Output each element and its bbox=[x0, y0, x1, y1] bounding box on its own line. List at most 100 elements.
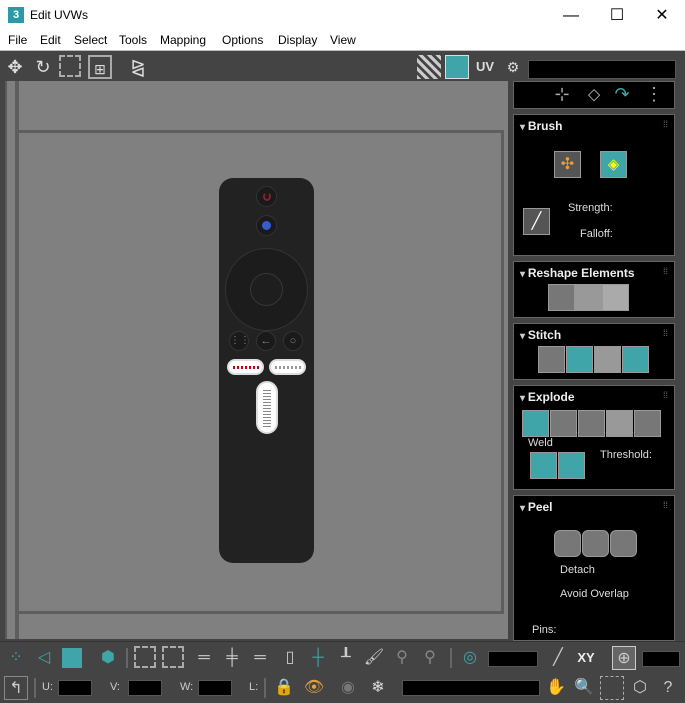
element-mode-icon[interactable]: ⬢ bbox=[96, 646, 120, 670]
settings-gear-icon[interactable]: ⚙ bbox=[501, 55, 525, 79]
stitch-target-icon[interactable] bbox=[622, 346, 649, 373]
stitch-average-icon[interactable] bbox=[594, 346, 621, 373]
paint-select-icon[interactable]: ⚲ bbox=[390, 646, 414, 670]
freeform-icon[interactable]: ⊞ bbox=[88, 55, 112, 79]
pin-icon[interactable]: ┸ bbox=[334, 646, 358, 670]
weld-selected-icon[interactable] bbox=[530, 452, 557, 479]
menu-tools[interactable]: Tools bbox=[119, 33, 147, 47]
loop-icon[interactable]: ═ bbox=[192, 646, 216, 670]
relax-brush-icon[interactable]: ◈ bbox=[600, 151, 627, 178]
align-icon[interactable]: ⬦ bbox=[582, 82, 606, 106]
avoid-overlap-label[interactable]: Avoid Overlap bbox=[560, 588, 629, 600]
distribute-icon[interactable]: ⋮ bbox=[642, 82, 666, 106]
edge-loop-icon[interactable]: ═ bbox=[248, 646, 272, 670]
minimize-button[interactable]: — bbox=[548, 0, 594, 31]
uv-channel-field[interactable] bbox=[528, 60, 676, 79]
paint-deselect-icon[interactable]: ⚲ bbox=[418, 646, 442, 670]
world-space-icon[interactable]: ⊕ bbox=[612, 646, 636, 670]
menu-select[interactable]: Select bbox=[74, 33, 107, 47]
w-label: W: bbox=[180, 681, 194, 693]
menu-edit[interactable]: Edit bbox=[40, 33, 61, 47]
soft-selection-field[interactable] bbox=[488, 651, 538, 667]
soft-selection-icon[interactable]: ◎ bbox=[458, 646, 482, 670]
grip-icon[interactable]: ⁞⁞ bbox=[663, 266, 668, 276]
point-to-point-icon[interactable]: ▯ bbox=[278, 646, 302, 670]
move-icon[interactable]: ✥ bbox=[3, 55, 27, 79]
window-title: Edit UVWs bbox=[30, 8, 89, 22]
mirror-icon[interactable]: ⧎ bbox=[126, 55, 150, 79]
zoom-region-icon[interactable] bbox=[600, 676, 624, 700]
grip-icon[interactable]: ⁞⁞ bbox=[663, 119, 668, 129]
remote-texture: ⋮⋮ ← ○ bbox=[219, 178, 314, 563]
rollout-reshape-elements: Reshape Elements ⁞⁞ bbox=[513, 261, 675, 318]
break-icon[interactable] bbox=[522, 410, 549, 437]
pins-label: Pins: bbox=[532, 624, 557, 636]
split-icon[interactable] bbox=[578, 410, 605, 437]
grow-selection-icon[interactable] bbox=[134, 646, 156, 668]
maximize-button[interactable]: ☐ bbox=[594, 0, 640, 31]
scale-icon[interactable] bbox=[59, 55, 81, 77]
peel-title[interactable]: Peel bbox=[520, 500, 553, 514]
zoom-field[interactable] bbox=[402, 680, 540, 696]
pan-hand-icon[interactable]: ✋ bbox=[544, 676, 568, 700]
detach-label[interactable]: Detach bbox=[560, 564, 595, 576]
cut-icon[interactable]: ┼ bbox=[306, 646, 330, 670]
stitch-custom-icon[interactable] bbox=[538, 346, 565, 373]
zoom-icon[interactable]: 🔍 bbox=[572, 676, 596, 700]
home-button-icon: ○ bbox=[283, 331, 303, 351]
menu-mapping[interactable]: Mapping bbox=[160, 33, 206, 47]
mode-pick-icon[interactable]: ↰ bbox=[4, 676, 28, 700]
peel-mode-icon[interactable] bbox=[582, 530, 609, 557]
zoom-extents-icon[interactable]: ⬡ bbox=[628, 676, 652, 700]
menu-options[interactable]: Options bbox=[222, 33, 263, 47]
reset-peel-icon[interactable] bbox=[610, 530, 637, 557]
quick-peel-icon[interactable] bbox=[554, 530, 581, 557]
quick-transform-icon[interactable]: ⊹ bbox=[550, 82, 574, 106]
menu-view[interactable]: View bbox=[330, 33, 356, 47]
weld-label: Weld bbox=[528, 437, 553, 449]
w-field[interactable] bbox=[198, 680, 232, 696]
help-icon[interactable]: ? bbox=[656, 676, 680, 700]
stitch-source-icon[interactable] bbox=[566, 346, 593, 373]
separator bbox=[126, 648, 128, 668]
paint-move-brush-icon[interactable]: ✣ bbox=[554, 151, 581, 178]
grip-icon[interactable]: ⁞⁞ bbox=[663, 328, 668, 338]
grip-icon[interactable]: ⁞⁞ bbox=[663, 390, 668, 400]
edge-distance-icon[interactable]: ╱ bbox=[546, 646, 570, 670]
close-button[interactable]: ✕ bbox=[639, 0, 685, 31]
lock-icon[interactable]: 🔒 bbox=[272, 676, 296, 700]
brush-stroke-icon[interactable]: ╱ bbox=[523, 208, 550, 235]
freeze-icon[interactable]: ❄ bbox=[366, 676, 390, 700]
brush-icon[interactable]: 🖌 bbox=[362, 646, 386, 670]
explode-title[interactable]: Explode bbox=[520, 390, 575, 404]
rectify-cube-icon[interactable] bbox=[602, 284, 629, 311]
v-field[interactable] bbox=[128, 680, 162, 696]
xy-label[interactable]: XY bbox=[574, 646, 598, 670]
vertex-mode-icon[interactable]: ⁘ bbox=[4, 646, 28, 670]
separator bbox=[450, 648, 452, 668]
menu-file[interactable]: File bbox=[8, 33, 27, 47]
explode-frame-icon[interactable] bbox=[634, 410, 661, 437]
rotate-plus-icon[interactable]: ↷ bbox=[610, 82, 634, 106]
show-icon[interactable]: ◉ bbox=[336, 676, 360, 700]
hide-icon[interactable]: 👁 bbox=[302, 676, 326, 700]
relax-cube-icon[interactable] bbox=[575, 284, 602, 311]
ring-icon[interactable]: ╪ bbox=[220, 646, 244, 670]
checker-pattern-icon[interactable] bbox=[417, 55, 441, 79]
brush-title[interactable]: Brush bbox=[520, 119, 563, 133]
flatten-icon[interactable] bbox=[550, 410, 577, 437]
polygon-mode-icon[interactable] bbox=[62, 648, 82, 668]
shrink-selection-icon[interactable] bbox=[162, 646, 184, 668]
edge-mode-icon[interactable]: ◁ bbox=[32, 646, 56, 670]
texture-checker-icon[interactable] bbox=[445, 55, 469, 79]
menu-display[interactable]: Display bbox=[278, 33, 317, 47]
weld-all-icon[interactable] bbox=[558, 452, 585, 479]
falloff-field[interactable] bbox=[642, 651, 680, 667]
u-field[interactable] bbox=[58, 680, 92, 696]
explode-to-checker-icon[interactable] bbox=[606, 410, 633, 437]
rotate-icon[interactable]: ↻ bbox=[31, 55, 55, 79]
reshape-elements-title[interactable]: Reshape Elements bbox=[520, 266, 635, 280]
grip-icon[interactable]: ⁞⁞ bbox=[663, 500, 668, 510]
straighten-icon[interactable] bbox=[548, 284, 575, 311]
stitch-title[interactable]: Stitch bbox=[520, 328, 561, 342]
